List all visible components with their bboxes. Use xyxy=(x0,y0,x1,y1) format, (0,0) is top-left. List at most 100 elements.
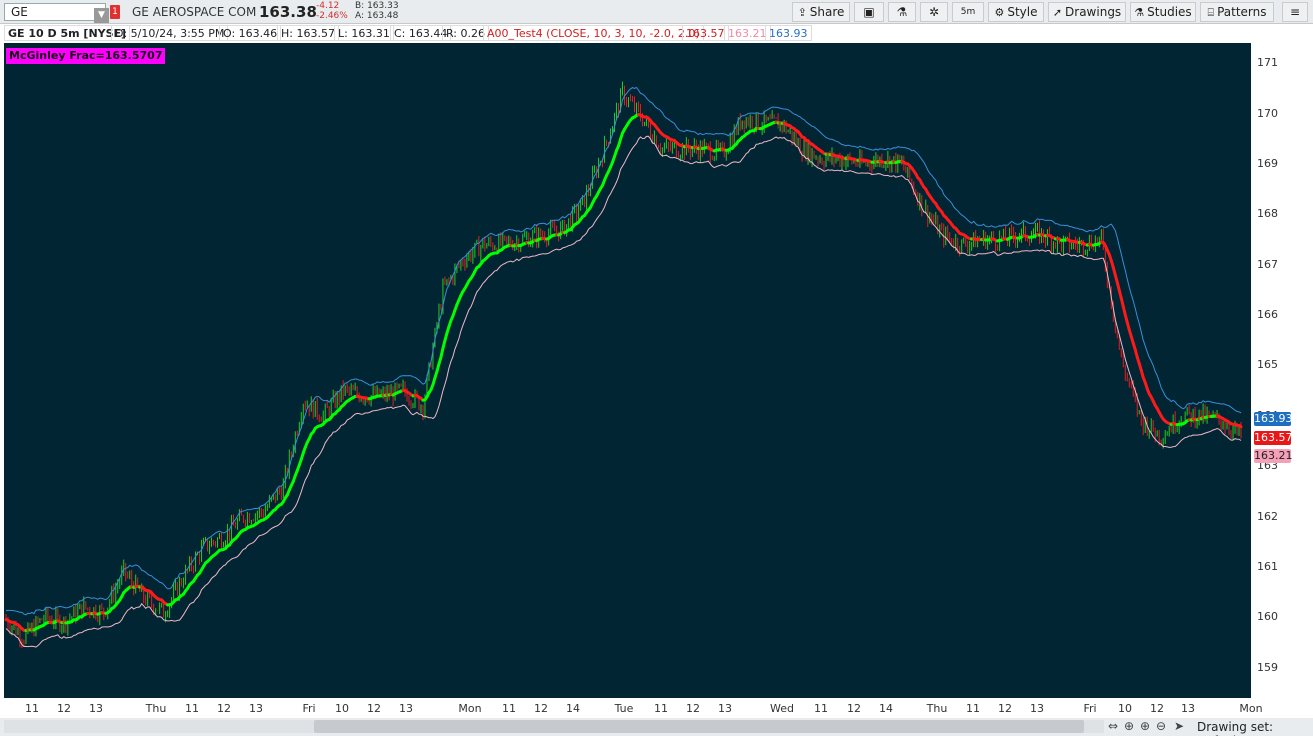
legend-study-value-upper: 163.93 xyxy=(765,25,812,41)
trading-app: GE ▼ 1 GE AEROSPACE COM 163.38 -4.12 -2.… xyxy=(0,0,1313,736)
mcginley-label: McGinley Frac=163.5707 xyxy=(6,48,166,64)
upper-price-badge: 163.93 xyxy=(1254,412,1293,427)
period-button[interactable]: 5m xyxy=(952,2,984,22)
x-tick-label: 11 xyxy=(185,702,199,715)
studies-button[interactable]: ⚗ Studies xyxy=(1130,2,1196,22)
mcginley-segment xyxy=(1237,423,1243,429)
x-tick-label: 12 xyxy=(367,702,381,715)
price-plot[interactable] xyxy=(4,43,1251,698)
x-tick-label: 13 xyxy=(1181,702,1195,715)
flask-icon: ⚗ xyxy=(1134,6,1145,19)
share-icon: ⇪ xyxy=(797,6,807,19)
x-tick-label: 11 xyxy=(654,702,668,715)
top-toolbar: GE ▼ 1 GE AEROSPACE COM 163.38 -4.12 -2.… xyxy=(0,0,1313,24)
x-tick-label: 14 xyxy=(566,702,580,715)
x-tick-label: Fri xyxy=(1083,702,1097,715)
y-tick-label: 165 xyxy=(1257,358,1278,372)
x-tick-label: 12 xyxy=(57,702,71,715)
legend-study-value-lower: 163.21 xyxy=(724,25,771,41)
zoom-in-icon[interactable]: ⊕ xyxy=(1140,719,1150,733)
style-label: Style xyxy=(1007,5,1038,19)
x-tick-label: 14 xyxy=(879,702,893,715)
studies-label: Studies xyxy=(1147,5,1192,19)
x-tick-label: Thu xyxy=(145,702,167,715)
x-tick-label: 10 xyxy=(1118,702,1132,715)
change-value: -4.12 xyxy=(316,1,340,11)
x-tick-label: Mon xyxy=(1239,702,1263,715)
x-tick-label: 11 xyxy=(814,702,828,715)
mid-price-badge: 163.57 xyxy=(1254,430,1293,445)
x-tick-label: 13 xyxy=(399,702,413,715)
menu-button[interactable]: ≡ xyxy=(1282,2,1308,22)
x-tick-label: 13 xyxy=(89,702,103,715)
x-tick-label: 12 xyxy=(217,702,231,715)
legend-range: R: 0.26 xyxy=(442,25,489,41)
drawings-label: Drawings xyxy=(1065,5,1122,19)
symbol-input[interactable]: GE ▼ xyxy=(4,3,109,23)
legend-low: L: 163.31 xyxy=(334,25,394,41)
y-tick-label: 169 xyxy=(1257,156,1278,170)
bid-value: B: 163.33 xyxy=(355,1,399,11)
flask-icon: ⚗ xyxy=(896,5,908,19)
share-label: Share xyxy=(809,5,845,19)
chevron-down-icon[interactable]: ▼ xyxy=(94,8,109,23)
x-tick-label: 13 xyxy=(1030,702,1044,715)
x-tick-label: 12 xyxy=(847,702,861,715)
alert-badge[interactable]: 1 xyxy=(110,5,120,19)
upper-band-line xyxy=(5,86,1242,616)
x-tick-label: 12 xyxy=(534,702,548,715)
pointer-icon: ➚ xyxy=(1052,6,1063,19)
zoom-out-icon[interactable]: ⊖ xyxy=(1156,719,1166,733)
y-tick-label: 161 xyxy=(1257,560,1278,573)
drawings-button[interactable]: ➚ Drawings xyxy=(1048,2,1126,22)
drawing-set-label[interactable]: Drawing set: Default xyxy=(1197,720,1313,736)
share-button[interactable]: ⇪ Share xyxy=(792,2,850,22)
x-tick-label: 12 xyxy=(1150,702,1164,715)
x-tick-label: 10 xyxy=(335,702,349,715)
company-name: GE AEROSPACE COM xyxy=(132,5,257,19)
patterns-label: Patterns xyxy=(1217,5,1267,19)
scrollbar-bar: ⇔ ⊕ ⊕ ⊖ ➤ Drawing set: Default xyxy=(0,718,1313,736)
patterns-button[interactable]: ⌸ Patterns xyxy=(1200,2,1274,22)
x-tick-label: Thu xyxy=(926,702,948,715)
price-axis[interactable]: 1591601611621631641651661671681691701711… xyxy=(1251,24,1313,698)
y-tick-label: 171 xyxy=(1257,56,1278,70)
cursor-icon[interactable]: ➤ xyxy=(1174,719,1184,733)
x-tick-label: Tue xyxy=(614,702,634,715)
scroll-thumb[interactable] xyxy=(314,720,1084,733)
x-tick-label: 13 xyxy=(718,702,732,715)
y-tick-label: 160 xyxy=(1257,610,1278,624)
legend-open: O: 163.46 xyxy=(219,25,282,41)
patterns-icon: ⌸ xyxy=(1207,6,1215,19)
legend-study[interactable]: A00_Test4 (CLOSE, 10, 3, 10, -2.0, 2.0) xyxy=(483,25,704,41)
price-change: -4.12 -2.46% xyxy=(316,1,348,21)
x-tick-label: Wed xyxy=(770,702,794,715)
camera-icon: ▣ xyxy=(863,5,875,19)
y-tick-label: 167 xyxy=(1257,257,1278,271)
crosshair-icon[interactable]: ⊕ xyxy=(1124,719,1134,733)
legend-study-value-mid: 163.57 xyxy=(682,25,729,41)
x-tick-label: 11 xyxy=(966,702,980,715)
y-tick-label: 166 xyxy=(1257,308,1278,322)
legend-date: D: 5/10/24, 3:55 PM xyxy=(111,25,229,41)
snapshot-button[interactable]: ▣ xyxy=(854,2,884,22)
last-price: 163.38 xyxy=(259,3,317,21)
x-tick-label: 11 xyxy=(502,702,516,715)
legend-high: H: 163.57 xyxy=(277,25,339,41)
time-axis[interactable]: 11 12 13 Thu 11 12 13 Fri 10 12 13 Mon 11 12 14 Tue 11 12… xyxy=(0,698,1313,718)
x-tick-label: Mon xyxy=(458,702,482,715)
x-tick-label: 12 xyxy=(686,702,700,715)
y-tick-label: 159 xyxy=(1257,660,1278,674)
settings-button[interactable]: ✲ xyxy=(920,2,948,22)
x-tick-label: 11 xyxy=(25,702,39,715)
ask-value: A: 163.48 xyxy=(355,11,399,21)
flask-button[interactable]: ⚗ xyxy=(888,2,916,22)
gear-icon: ✲ xyxy=(928,5,940,19)
x-tick-label: 12 xyxy=(998,702,1012,715)
symbol-text: GE xyxy=(11,5,28,19)
lower-price-badge: 163.21 xyxy=(1254,448,1293,463)
style-icon: ⚙ xyxy=(994,6,1005,19)
y-tick-label: 170 xyxy=(1257,106,1278,120)
pan-icon[interactable]: ⇔ xyxy=(1108,719,1118,733)
style-button[interactable]: ⚙ Style xyxy=(988,2,1044,22)
